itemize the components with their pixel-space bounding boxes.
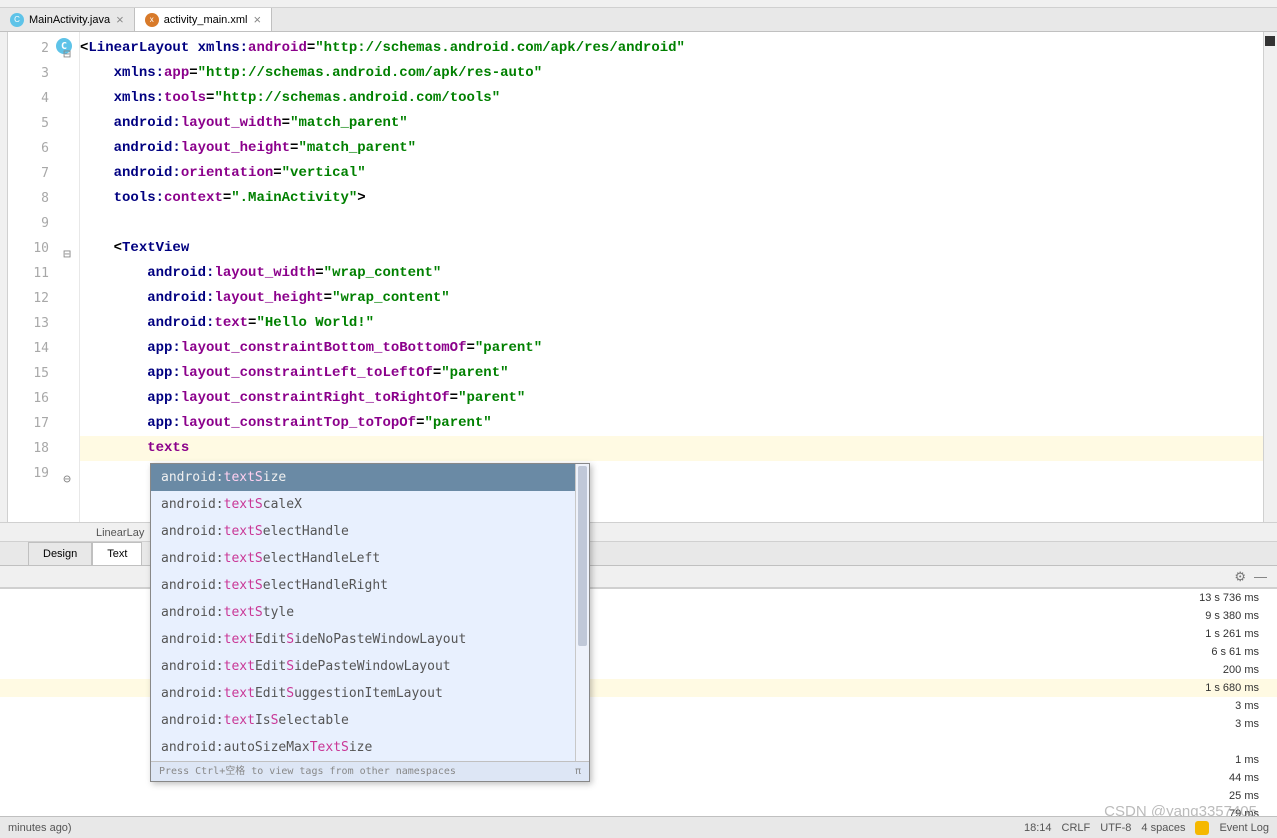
status-encoding[interactable]: UTF-8 <box>1100 822 1131 834</box>
code-line[interactable]: android:text="Hello World!" <box>80 311 1263 336</box>
close-icon[interactable]: × <box>116 12 124 27</box>
code-line[interactable]: app:layout_constraintBottom_toBottomOf="… <box>80 336 1263 361</box>
fold-icon[interactable]: ⊟ <box>61 242 71 252</box>
code-line[interactable]: app:layout_constraintLeft_toLeftOf="pare… <box>80 361 1263 386</box>
status-spaces[interactable]: 4 spaces <box>1141 822 1185 834</box>
popup-scroll-thumb[interactable] <box>578 466 587 646</box>
pi-icon[interactable]: π <box>575 762 581 781</box>
code-area[interactable]: <LinearLayout xmlns:android="http://sche… <box>80 32 1263 522</box>
status-right: 18:14 CRLF UTF-8 4 spaces Event Log <box>1024 821 1269 835</box>
autocomplete-item[interactable]: android:textEditSidePasteWindowLayout <box>151 653 589 680</box>
design-tab-text[interactable]: Text <box>92 542 142 565</box>
design-tab-design[interactable]: Design <box>28 542 92 565</box>
status-time: 18:14 <box>1024 822 1052 834</box>
code-line[interactable]: android:layout_width="wrap_content" <box>80 261 1263 286</box>
code-line[interactable]: android:layout_height="match_parent" <box>80 136 1263 161</box>
hint-text: Press Ctrl+空格 to view tags from other na… <box>159 762 456 781</box>
scroll-marker <box>1265 36 1275 46</box>
editor-tab[interactable]: x activity_main.xml × <box>135 8 272 31</box>
autocomplete-item[interactable]: android:textIsSelectable <box>151 707 589 734</box>
code-line[interactable]: xmlns:tools="http://schemas.android.com/… <box>80 86 1263 111</box>
line-number[interactable]: 2⊟ <box>8 36 79 61</box>
line-number[interactable]: 17 <box>8 411 79 436</box>
code-line[interactable]: app:layout_constraintTop_toTopOf="parent… <box>80 411 1263 436</box>
line-number[interactable]: 16 <box>8 386 79 411</box>
code-line[interactable]: android:orientation="vertical" <box>80 161 1263 186</box>
event-log-label[interactable]: Event Log <box>1219 822 1269 834</box>
autocomplete-item[interactable]: android:textStyle <box>151 599 589 626</box>
line-number[interactable]: 10⊟ <box>8 236 79 261</box>
tab-label: activity_main.xml <box>164 14 248 26</box>
code-line[interactable]: <TextView <box>80 236 1263 261</box>
autocomplete-item[interactable]: android:textSelectHandle <box>151 518 589 545</box>
line-number[interactable]: 6 <box>8 136 79 161</box>
gutter: C 2⊟345678910⊟111213141516171819⊖ <box>8 32 80 522</box>
autocomplete-item[interactable]: android:textSelectHandleRight <box>151 572 589 599</box>
close-icon[interactable]: × <box>253 12 261 27</box>
line-number[interactable]: 5 <box>8 111 79 136</box>
code-line[interactable]: tools:context=".MainActivity"> <box>80 186 1263 211</box>
editor-tabs: C MainActivity.java × x activity_main.xml × <box>0 8 1277 32</box>
code-line[interactable]: texts <box>80 436 1263 461</box>
line-number[interactable]: 8 <box>8 186 79 211</box>
line-number[interactable]: 13 <box>8 311 79 336</box>
line-number[interactable]: 11 <box>8 261 79 286</box>
code-line[interactable]: app:layout_constraintRight_toRightOf="pa… <box>80 386 1263 411</box>
autocomplete-item[interactable]: android:textScaleX <box>151 491 589 518</box>
code-line[interactable]: <LinearLayout xmlns:android="http://sche… <box>80 36 1263 61</box>
tab-label: MainActivity.java <box>29 14 110 26</box>
left-margin <box>0 32 8 522</box>
gear-icon[interactable]: ⚙ <box>1234 569 1246 585</box>
code-line[interactable]: xmlns:app="http://schemas.android.com/ap… <box>80 61 1263 86</box>
code-line[interactable] <box>80 211 1263 236</box>
autocomplete-item[interactable]: android:textSelectHandleLeft <box>151 545 589 572</box>
autocomplete-item[interactable]: android:textEditSideNoPasteWindowLayout <box>151 626 589 653</box>
line-number[interactable]: 7 <box>8 161 79 186</box>
event-log-icon[interactable] <box>1195 821 1209 835</box>
fold-icon[interactable]: ⊟ <box>61 42 71 52</box>
line-number[interactable]: 3 <box>8 61 79 86</box>
popup-scrollbar[interactable] <box>575 464 589 761</box>
autocomplete-item[interactable]: android:textEditSuggestionItemLayout <box>151 680 589 707</box>
file-icon: x <box>145 13 159 27</box>
line-number[interactable]: 4 <box>8 86 79 111</box>
status-crlf[interactable]: CRLF <box>1062 822 1091 834</box>
line-number[interactable]: 15 <box>8 361 79 386</box>
editor-container: C 2⊟345678910⊟111213141516171819⊖ <Linea… <box>0 32 1277 522</box>
editor-tab[interactable]: C MainActivity.java × <box>0 8 135 31</box>
autocomplete-popup: android:textSizeandroid:textScaleXandroi… <box>150 463 590 782</box>
status-bar: minutes ago) 18:14 CRLF UTF-8 4 spaces E… <box>0 816 1277 838</box>
autocomplete-item[interactable]: android:textSize <box>151 464 589 491</box>
code-line[interactable]: android:layout_width="match_parent" <box>80 111 1263 136</box>
line-number[interactable]: 18 <box>8 436 79 461</box>
autocomplete-list[interactable]: android:textSizeandroid:textScaleXandroi… <box>151 464 589 761</box>
scrollbar[interactable] <box>1263 32 1277 522</box>
status-left: minutes ago) <box>8 822 72 834</box>
file-icon: C <box>10 13 24 27</box>
line-number[interactable]: 12 <box>8 286 79 311</box>
line-number[interactable]: 14 <box>8 336 79 361</box>
line-number[interactable]: 9 <box>8 211 79 236</box>
minimize-icon[interactable]: — <box>1254 569 1267 584</box>
fold-icon[interactable]: ⊖ <box>61 467 71 477</box>
autocomplete-hint: Press Ctrl+空格 to view tags from other na… <box>151 761 589 781</box>
line-number[interactable]: 19⊖ <box>8 461 79 486</box>
metrics-row[interactable]: 25 ms <box>0 787 1277 805</box>
top-bar <box>0 0 1277 8</box>
autocomplete-item[interactable]: android:autoSizeMaxTextSize <box>151 734 589 761</box>
code-line[interactable]: android:layout_height="wrap_content" <box>80 286 1263 311</box>
